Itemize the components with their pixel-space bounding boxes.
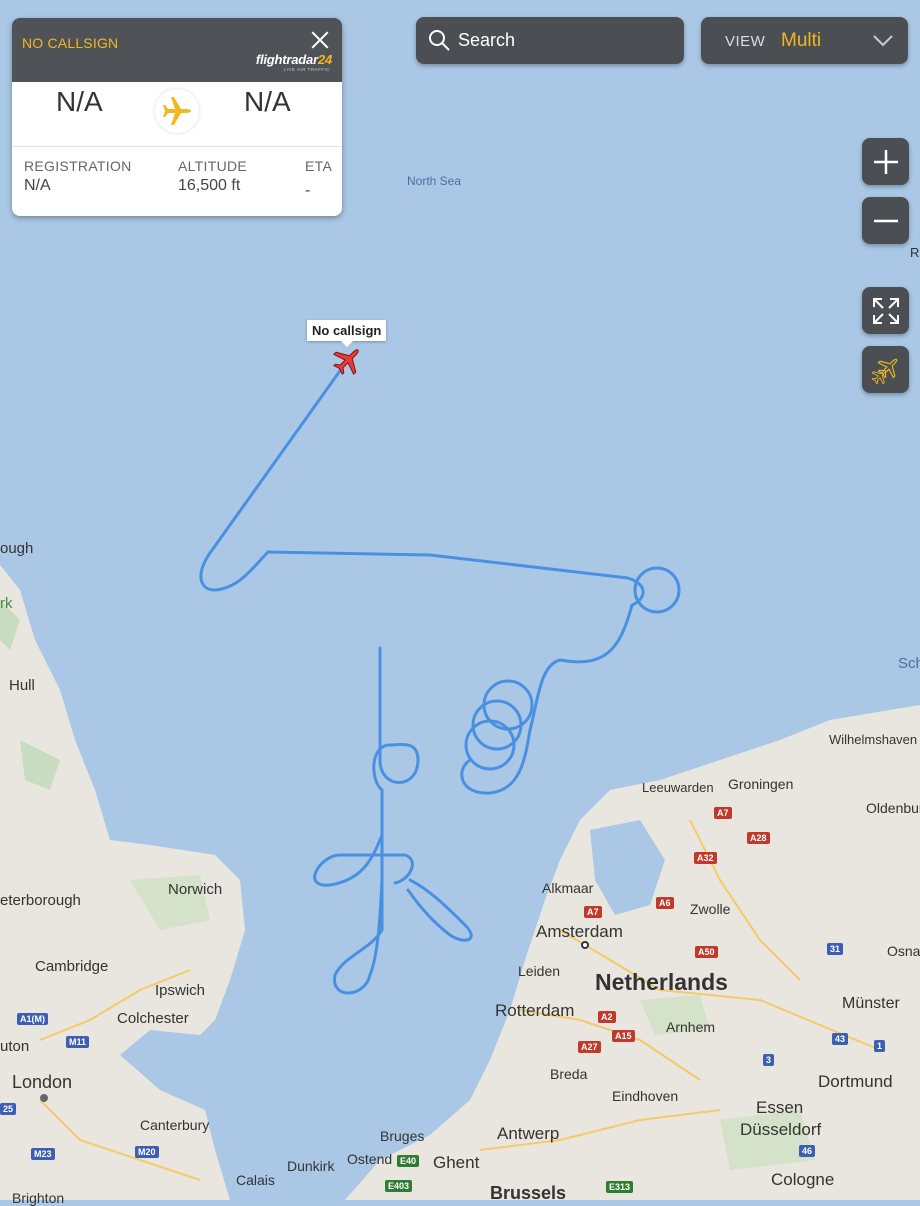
label-amsterdam: Amsterdam <box>536 922 623 941</box>
label-norwich: Norwich <box>168 881 223 898</box>
zoom-out-button[interactable] <box>862 197 909 244</box>
road-shield: A7 <box>584 906 602 918</box>
road-shield: 46 <box>799 1145 816 1157</box>
view-label: VIEW <box>725 33 766 50</box>
label-north-sea: North Sea <box>407 174 462 188</box>
label-leeuwarden: Leeuwarden <box>642 780 714 795</box>
minus-icon <box>873 219 898 222</box>
road-shield: A15 <box>612 1030 635 1042</box>
fullscreen-button[interactable] <box>862 287 909 334</box>
road-shield: M11 <box>66 1036 90 1048</box>
registration-value: N/A <box>24 177 51 194</box>
label-hull: Hull <box>9 677 35 694</box>
eta-label: ETA <box>305 158 333 174</box>
road-shield: M23 <box>31 1148 55 1160</box>
road-shield: 43 <box>832 1033 849 1045</box>
label-r-edge: R <box>910 245 920 260</box>
label-bruges: Bruges <box>380 1128 425 1144</box>
label-cambridge: Cambridge <box>35 958 109 975</box>
label-munster: Münster <box>842 995 900 1012</box>
zoom-in-button[interactable] <box>862 138 909 185</box>
plus-icon <box>873 149 898 174</box>
label-essen: Essen <box>756 1098 804 1117</box>
label-arnhem: Arnhem <box>666 1019 716 1035</box>
road-shield: 3 <box>763 1054 775 1066</box>
road-shield: E313 <box>606 1181 634 1193</box>
road-shield: M20 <box>135 1146 159 1158</box>
label-canterbury: Canterbury <box>140 1117 210 1133</box>
road-shield: A2 <box>598 1011 616 1023</box>
label-scarborough: ough <box>0 540 34 557</box>
registration-label: REGISTRATION <box>24 158 132 174</box>
search-bar[interactable]: Search <box>416 17 684 64</box>
label-cologne: Cologne <box>771 1170 835 1189</box>
label-london: London <box>12 1072 73 1092</box>
altitude-value: 16,500 ft <box>178 177 241 194</box>
label-york: rk <box>0 595 13 612</box>
road-shield: A27 <box>578 1041 601 1053</box>
divider <box>12 146 342 147</box>
view-value: Multi <box>781 30 822 51</box>
road-shield: 31 <box>827 943 844 955</box>
aircraft-label[interactable]: No callsign <box>307 320 387 347</box>
label-colchester: Colchester <box>117 1010 189 1027</box>
destination-code: N/A <box>244 86 291 117</box>
label-netherlands: Netherlands <box>595 969 728 995</box>
road-shield: A50 <box>695 946 718 958</box>
flight-info-panel: NO CALLSIGN flightradar24 LIVE AIR TRAFF… <box>12 18 342 216</box>
eta-value: - <box>305 182 311 199</box>
road-shield: A32 <box>694 852 717 864</box>
label-antwerp: Antwerp <box>497 1124 560 1143</box>
label-brussels: Brussels <box>490 1183 567 1203</box>
road-shield: E40 <box>397 1155 420 1167</box>
origin-code: N/A <box>56 86 103 117</box>
label-dusseldorf: Düsseldorf <box>740 1120 822 1139</box>
label-dortmund: Dortmund <box>818 1072 893 1091</box>
road-shield: A6 <box>656 897 674 909</box>
label-ostend: Ostend <box>347 1151 393 1167</box>
label-rotterdam: Rotterdam <box>495 1001 575 1020</box>
flightradar24-logo: flightradar24 <box>255 52 332 67</box>
route-plane-icon <box>155 89 199 133</box>
altitude-label: ALTITUDE <box>178 158 248 174</box>
label-wilhelmshaven: Wilhelmshaven <box>829 732 918 747</box>
logo-subtitle: LIVE AIR TRAFFIC <box>283 67 330 72</box>
road-shield: A28 <box>747 832 770 844</box>
road-shield: 1 <box>874 1040 886 1052</box>
label-dunkirk: Dunkirk <box>287 1158 335 1174</box>
label-ipswich: Ipswich <box>155 982 206 999</box>
label-oldenburg: Oldenbur <box>866 800 920 816</box>
label-luton: uton <box>0 1038 30 1055</box>
planes-icon <box>871 358 897 384</box>
label-breda: Breda <box>550 1066 588 1082</box>
road-shield: A1(M) <box>17 1013 48 1025</box>
label-zwolle: Zwolle <box>690 901 731 917</box>
search-label: Search <box>458 30 516 50</box>
road-shield: A7 <box>714 807 732 819</box>
label-sch: Sch <box>898 655 920 672</box>
view-selector[interactable]: VIEW Multi <box>701 17 908 64</box>
label-alkmaar: Alkmaar <box>542 880 594 896</box>
road-shield: E403 <box>385 1180 413 1192</box>
road-shield: 25 <box>0 1103 17 1115</box>
label-groningen: Groningen <box>728 776 794 792</box>
label-ghent: Ghent <box>433 1153 480 1172</box>
aircraft-filter-button[interactable] <box>862 346 909 393</box>
close-icon[interactable] <box>310 30 330 50</box>
label-eindhoven: Eindhoven <box>612 1088 679 1104</box>
chevron-down-icon <box>873 35 893 47</box>
label-leiden: Leiden <box>518 963 561 979</box>
label-calais: Calais <box>236 1172 275 1188</box>
flight-info-header: NO CALLSIGN flightradar24 LIVE AIR TRAFF… <box>12 18 342 82</box>
flight-info-body: N/A N/A REGISTRATION N/A ALTITUDE 16,500… <box>12 82 342 216</box>
callsign: NO CALLSIGN <box>22 35 119 51</box>
search-icon <box>429 30 450 51</box>
label-osnabruck: Osna <box>887 943 920 959</box>
label-peterborough: eterborough <box>0 892 81 909</box>
label-brighton: Brighton <box>12 1190 65 1206</box>
expand-icon <box>872 297 899 324</box>
